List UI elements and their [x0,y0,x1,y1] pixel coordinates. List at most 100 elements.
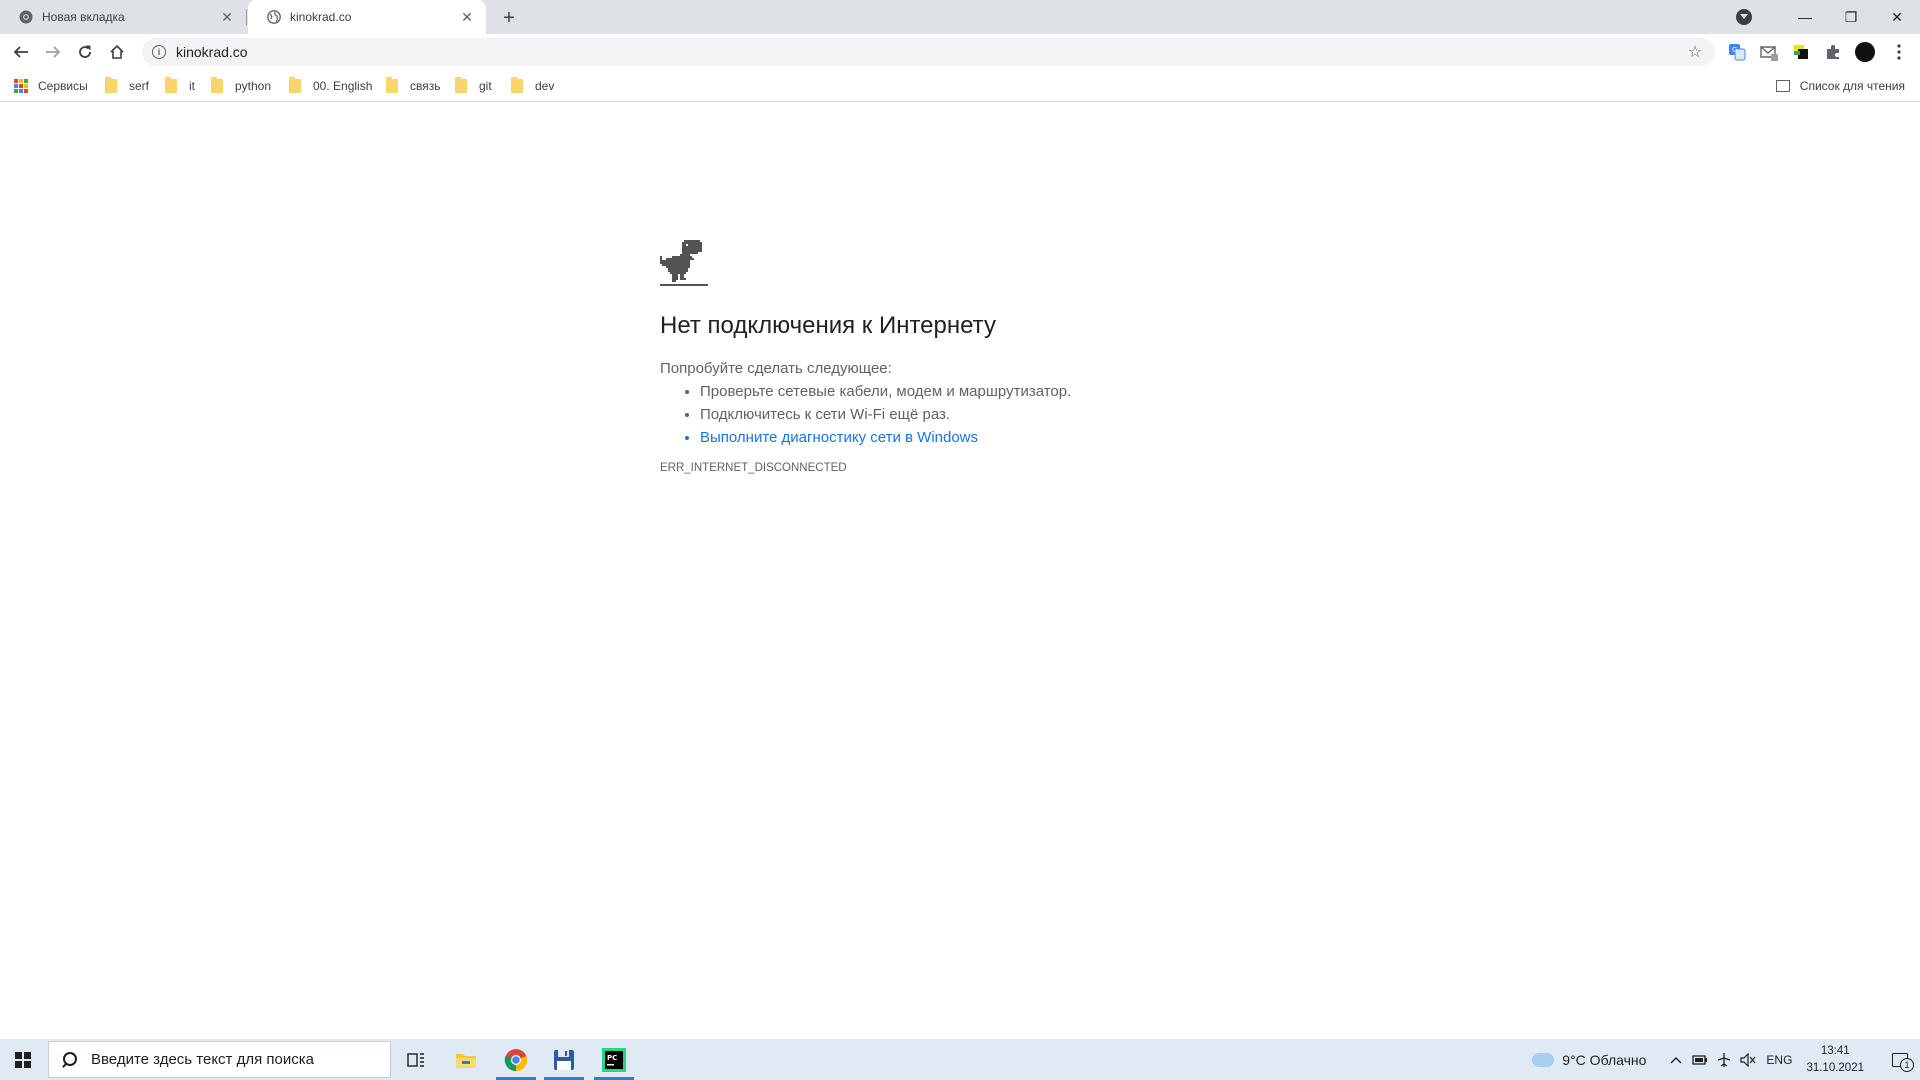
folder-icon [455,77,467,93]
close-tab-icon[interactable]: ✕ [458,8,476,26]
bookmark-label: 00. English [313,79,373,93]
suggestion-reconnect-wifi: Подключитесь к сети Wi-Fi ещё раз. [700,403,1360,426]
tab-strip: Новая вкладка ✕ kinokrad.co ✕ + — ❐ ✕ [0,0,1920,34]
error-heading: Нет подключения к Интернету [660,312,996,339]
error-panel: Нет подключения к Интернету Попробуйте с… [660,240,1360,474]
folder-icon [289,77,301,93]
folder-explorer-icon [456,1053,476,1068]
bookmark-label: python [235,79,272,93]
site-info-icon[interactable]: i [152,45,166,59]
bookmark-folder-it[interactable]: it [165,76,195,96]
globe-icon [266,9,282,25]
bookmark-folder-serf[interactable]: serf [105,76,149,96]
taskbar: Введите здесь текст для поиска PC 9°C Об… [0,1039,1920,1080]
save-app-taskbar-button[interactable] [540,1039,588,1080]
start-button[interactable] [0,1039,46,1080]
bookmark-label: serf [129,79,150,93]
chrome-taskbar-button[interactable] [492,1039,540,1080]
bookmark-folder-english[interactable]: 00. English [289,76,372,96]
windows-logo-icon [15,1051,31,1068]
taskbar-search-box[interactable]: Введите здесь текст для поиска [48,1041,391,1078]
bookmark-label: git [479,79,492,93]
folder-icon [386,77,398,93]
bookmark-apps[interactable]: Сервисы [14,76,88,96]
cloud-icon [1532,1052,1555,1067]
colorful-extension-icon[interactable] [1791,42,1811,62]
profile-avatar-icon[interactable] [1855,42,1875,62]
battery-icon[interactable] [1688,1039,1712,1080]
bookmarks-bar: Сервисы serf it python 00. English связь… [0,70,1920,102]
bookmark-folder-dev[interactable]: dev [511,76,554,96]
folder-icon [105,77,117,93]
tab-new-tab[interactable]: Новая вкладка ✕ [0,0,247,34]
clock-date: 31.10.2021 [1806,1061,1864,1074]
chrome-app-icon [504,1048,528,1071]
folder-icon [211,77,223,93]
forward-button[interactable] [41,40,65,64]
chevron-up-icon[interactable] [1664,1039,1688,1080]
apps-grid-icon [14,79,28,93]
page-content: Нет подключения к Интернету Попробуйте с… [0,103,1920,1039]
error-code: ERR_INTERNET_DISCONNECTED [660,462,847,474]
mail-extension-icon[interactable] [1759,42,1779,62]
pycharm-icon: PC [602,1047,626,1072]
pycharm-taskbar-button[interactable]: PC [590,1039,638,1080]
svg-text:PC: PC [607,1054,617,1062]
file-explorer-button[interactable] [442,1039,490,1080]
task-view-icon [407,1052,424,1067]
action-center-button[interactable]: 1 [1880,1039,1920,1080]
close-tab-icon[interactable]: ✕ [218,8,236,26]
search-icon [61,1051,77,1068]
window-controls: — ❐ ✕ [1736,0,1920,34]
airplane-mode-icon[interactable] [1712,1039,1736,1080]
network-diagnostics-link[interactable]: Выполните диагностику сети в Windows [700,426,1360,449]
notification-count-badge: 1 [1900,1058,1914,1072]
suggestion-check-cables: Проверьте сетевые кабели, модем и маршру… [700,380,1360,403]
close-window-button[interactable]: ✕ [1874,2,1920,32]
folder-icon [511,77,523,93]
suggestions-intro: Попробуйте сделать следующее: [660,360,892,377]
translate-extension-icon[interactable]: G [1727,42,1747,62]
restore-button[interactable]: ❐ [1828,2,1874,32]
bookmark-star-icon[interactable]: ☆ [1683,40,1707,64]
minimize-button[interactable]: — [1782,2,1828,32]
weather-widget[interactable]: 9°C Облачно [1532,1052,1646,1068]
task-view-button[interactable] [392,1039,440,1080]
more-menu-icon[interactable] [1889,42,1909,62]
tab-kinokrad[interactable]: kinokrad.co ✕ [248,0,486,34]
tab-search-icon[interactable] [1736,9,1752,25]
suggestions-list: Проверьте сетевые кабели, модем и маршру… [700,380,1360,449]
clock-time: 13:41 [1820,1044,1850,1057]
bookmark-label: dev [535,79,555,93]
floppy-disk-icon [554,1049,574,1070]
bookmark-label: it [189,79,195,93]
svg-text:G: G [1732,46,1737,54]
tab-title: Новая вкладка [42,10,125,24]
address-bar[interactable]: i kinokrad.co ☆ [142,38,1715,66]
bookmark-label: Сервисы [38,79,88,93]
bookmark-folder-python[interactable]: python [211,76,271,96]
system-tray: 9°C Облачно ENG 13:41 31.10.2021 1 [1532,1039,1920,1080]
speaker-muted-icon[interactable] [1736,1039,1760,1080]
reading-list-label: Список для чтения [1799,79,1905,93]
back-button[interactable] [9,40,33,64]
bookmark-label: связь [410,79,441,93]
input-language[interactable]: ENG [1766,1053,1792,1067]
url-text[interactable]: kinokrad.co [176,44,1683,60]
toolbar: i kinokrad.co ☆ G [0,34,1920,70]
clock[interactable]: 13:41 31.10.2021 [1806,1043,1864,1077]
bookmark-folder-svyaz[interactable]: связь [386,76,441,96]
new-tab-button[interactable]: + [498,7,520,29]
weather-text: 9°C Облачно [1562,1051,1647,1068]
browser-window: Новая вкладка ✕ kinokrad.co ✕ + — ❐ ✕ i … [0,0,1920,1039]
reload-button[interactable] [73,40,97,64]
tab-title: kinokrad.co [290,10,352,24]
puzzle-extensions-icon[interactable] [1823,42,1843,62]
home-button[interactable] [105,40,129,64]
reading-list-button[interactable]: Список для чтения [1775,76,1905,96]
offline-dino-icon[interactable] [660,240,708,288]
chrome-icon [18,9,34,25]
bookmark-folder-git[interactable]: git [455,76,492,96]
folder-icon [165,77,177,93]
search-placeholder: Введите здесь текст для поиска [91,1051,314,1068]
